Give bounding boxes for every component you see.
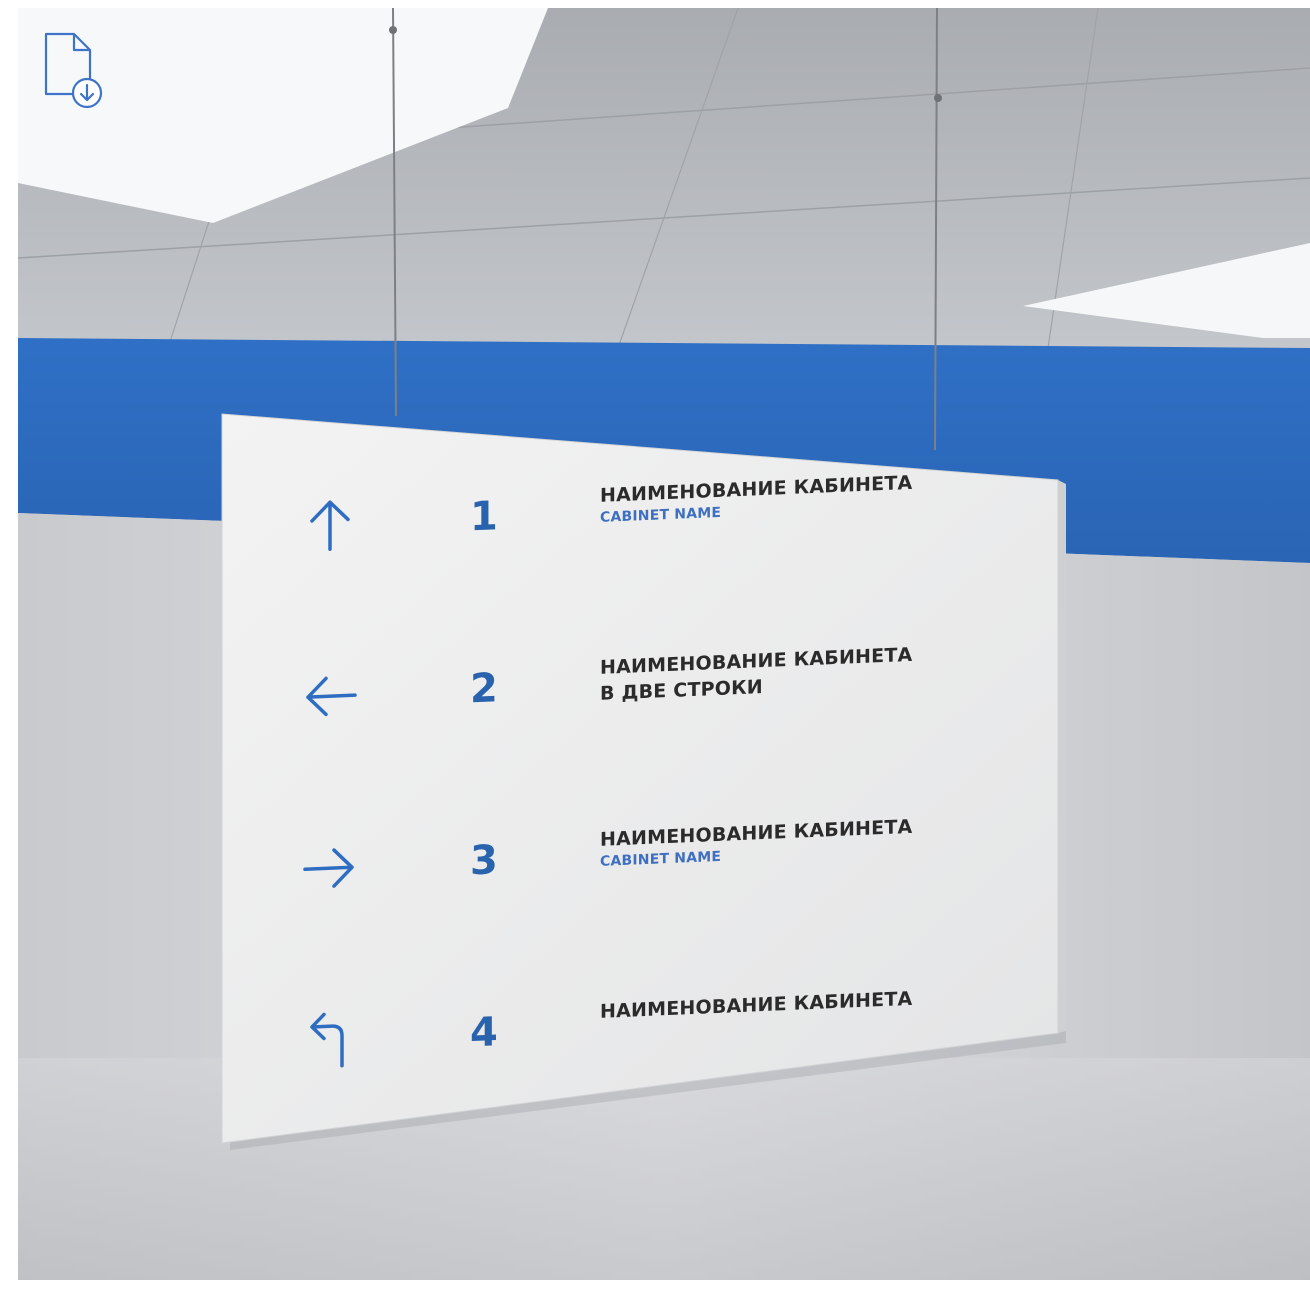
photo-scene: 1 НАИМЕНОВАНИЕ КАБИНЕТА CABINET NAME 2 Н… [18,8,1310,1280]
scene-background [18,8,1310,1280]
page: 1 НАИМЕНОВАНИЕ КАБИНЕТА CABINET NAME 2 Н… [0,0,1310,1289]
file-download-icon[interactable] [40,30,110,110]
